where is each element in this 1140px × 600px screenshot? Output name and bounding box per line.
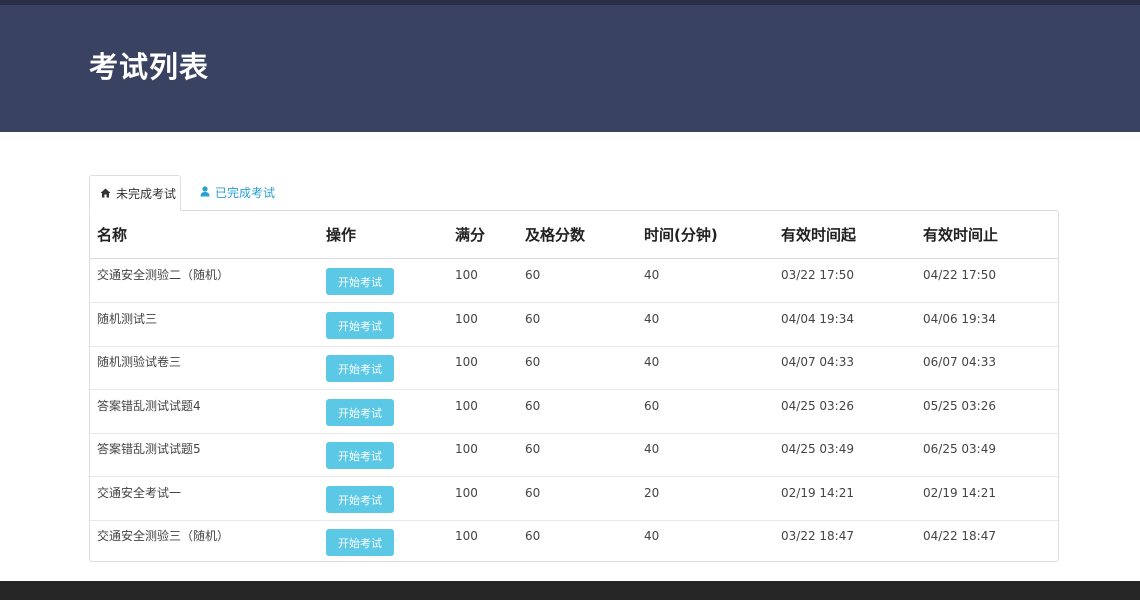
exam-tabs: 未完成考试 已完成考试	[89, 175, 1059, 211]
user-icon	[200, 175, 210, 211]
table-row: 交通安全考试一 开始考试 100 60 20 02/19 14:21 02/19…	[90, 477, 1058, 521]
start-exam-button[interactable]: 开始考试	[326, 399, 394, 426]
exam-name: 答案错乱测试试题4	[97, 399, 201, 413]
valid-from: 04/07 04:33	[781, 355, 854, 369]
start-exam-button[interactable]: 开始考试	[326, 268, 394, 295]
pass-score: 60	[525, 355, 541, 369]
tab-label: 已完成考试	[215, 186, 276, 200]
column-header-pass-score: 及格分数	[525, 226, 586, 244]
start-exam-button[interactable]: 开始考试	[326, 486, 394, 513]
valid-from: 04/04 19:34	[781, 312, 854, 326]
start-exam-button[interactable]: 开始考试	[326, 442, 394, 469]
pass-score: 60	[525, 312, 541, 326]
valid-until: 04/22 18:47	[923, 529, 996, 543]
column-header-valid-until: 有效时间止	[923, 226, 999, 244]
valid-until: 02/19 14:21	[923, 486, 996, 500]
start-exam-button[interactable]: 开始考试	[326, 312, 394, 339]
exam-name: 随机测验试卷三	[97, 355, 182, 369]
exam-name: 交通安全测验二（随机）	[97, 268, 230, 282]
valid-from: 04/25 03:26	[781, 399, 854, 413]
duration-minutes: 40	[644, 442, 660, 456]
exam-name: 交通安全测验三（随机）	[97, 529, 230, 543]
tab-label: 未完成考试	[116, 187, 177, 201]
pass-score: 60	[525, 486, 541, 500]
full-score: 100	[455, 442, 478, 456]
table-row: 交通安全测验三（随机） 开始考试 100 60 40 03/22 18:47 0…	[90, 520, 1058, 563]
exam-name: 交通安全考试一	[97, 486, 182, 500]
pass-score: 60	[525, 442, 541, 456]
start-exam-button[interactable]: 开始考试	[326, 355, 394, 382]
page-header-banner: 考试列表	[0, 5, 1140, 132]
start-exam-button[interactable]: 开始考试	[326, 529, 394, 556]
column-header-action: 操作	[326, 226, 357, 244]
home-icon	[100, 176, 111, 212]
column-header-duration: 时间(分钟)	[644, 226, 718, 244]
full-score: 100	[455, 355, 478, 369]
full-score: 100	[455, 529, 478, 543]
valid-from: 04/25 03:49	[781, 442, 854, 456]
tab-finished-exams[interactable]: 已完成考试	[190, 175, 282, 211]
table-row: 随机测验试卷三 开始考试 100 60 40 04/07 04:33 06/07…	[90, 346, 1058, 390]
table-row: 答案错乱测试试题4 开始考试 100 60 60 04/25 03:26 05/…	[90, 390, 1058, 434]
column-header-name: 名称	[97, 226, 128, 244]
valid-until: 06/25 03:49	[923, 442, 996, 456]
table-row: 随机测试三 开始考试 100 60 40 04/04 19:34 04/06 1…	[90, 303, 1058, 347]
valid-from: 02/19 14:21	[781, 486, 854, 500]
exam-name: 随机测试三	[97, 312, 158, 326]
full-score: 100	[455, 399, 478, 413]
full-score: 100	[455, 486, 478, 500]
duration-minutes: 40	[644, 268, 660, 282]
duration-minutes: 20	[644, 486, 660, 500]
full-score: 100	[455, 312, 478, 326]
duration-minutes: 60	[644, 399, 660, 413]
exam-table-panel: 名称 操作 满分 及格分数 时间(分钟) 有效时间起 有效时间止 交通安全测验二…	[89, 210, 1059, 562]
valid-until: 04/06 19:34	[923, 312, 996, 326]
tab-unfinished-exams[interactable]: 未完成考试	[89, 175, 181, 211]
valid-until: 04/22 17:50	[923, 268, 996, 282]
valid-from: 03/22 18:47	[781, 529, 854, 543]
duration-minutes: 40	[644, 312, 660, 326]
valid-from: 03/22 17:50	[781, 268, 854, 282]
page-footer	[0, 581, 1140, 600]
table-row: 答案错乱测试试题5 开始考试 100 60 40 04/25 03:49 06/…	[90, 433, 1058, 477]
page-title: 考试列表	[89, 50, 210, 84]
column-header-full-score: 满分	[455, 226, 486, 244]
full-score: 100	[455, 268, 478, 282]
column-header-valid-from: 有效时间起	[781, 226, 857, 244]
table-row: 交通安全测验二（随机） 开始考试 100 60 40 03/22 17:50 0…	[90, 259, 1058, 303]
pass-score: 60	[525, 399, 541, 413]
duration-minutes: 40	[644, 355, 660, 369]
pass-score: 60	[525, 268, 541, 282]
exam-name: 答案错乱测试试题5	[97, 442, 201, 456]
valid-until: 06/07 04:33	[923, 355, 996, 369]
table-header-row: 名称 操作 满分 及格分数 时间(分钟) 有效时间起 有效时间止	[90, 211, 1058, 259]
valid-until: 05/25 03:26	[923, 399, 996, 413]
pass-score: 60	[525, 529, 541, 543]
duration-minutes: 40	[644, 529, 660, 543]
